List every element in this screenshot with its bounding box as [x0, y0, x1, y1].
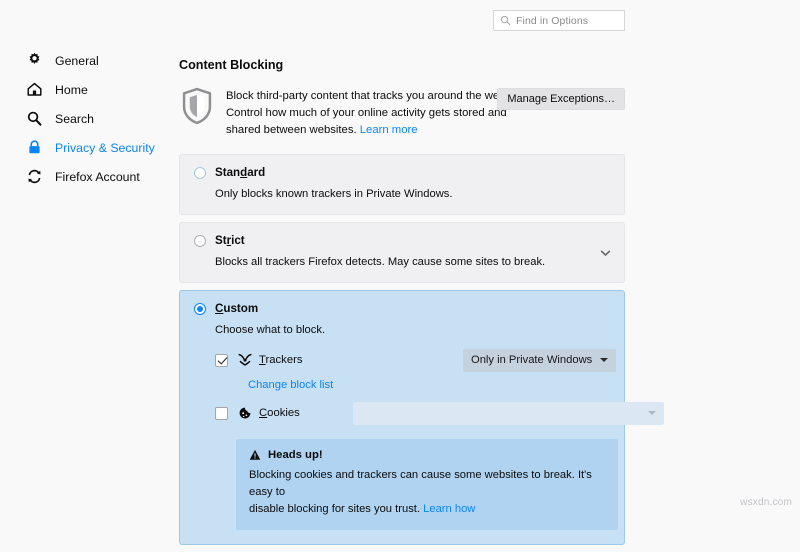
tracker-icon: [238, 353, 252, 367]
strict-description: Blocks all trackers Firefox detects. May…: [215, 256, 546, 268]
learn-more-link[interactable]: Learn more: [360, 124, 418, 136]
sidebar-item-label: General: [55, 53, 99, 68]
sidebar-item-label: Privacy & Security: [55, 140, 155, 155]
trackers-label: Trackers: [259, 354, 303, 366]
heads-up-notice: Heads up! Blocking cookies and trackers …: [236, 439, 618, 530]
sidebar-nav: General Home Search Privacy & Security F…: [0, 46, 170, 191]
strict-radio[interactable]: [194, 234, 206, 247]
manage-exceptions-label: Manage Exceptions…: [507, 93, 615, 105]
sidebar-item-privacy-security[interactable]: Privacy & Security: [0, 133, 170, 162]
blocking-option-custom[interactable]: Custom Choose what to block. Trackers On…: [179, 290, 664, 545]
blocking-mode-list: Standard Only blocks known trackers in P…: [179, 154, 664, 545]
intro-line-2: Control how much of your online activity…: [226, 107, 507, 119]
search-placeholder: Find in Options: [516, 14, 589, 27]
search-icon: [500, 15, 511, 26]
trackers-row: Trackers Only in Private Windows: [215, 348, 616, 372]
content-blocking-section: Content Blocking Block third-party conte…: [179, 58, 664, 552]
heads-up-title-row: Heads up!: [249, 449, 605, 461]
trackers-checkbox[interactable]: [215, 353, 228, 367]
warning-triangle-icon: [249, 449, 261, 460]
trackers-dropdown-value: Only in Private Windows: [471, 354, 593, 366]
intro-line-1: Block third-party content that tracks yo…: [226, 90, 509, 102]
blocking-option-standard[interactable]: Standard Only blocks known trackers in P…: [179, 154, 625, 215]
sidebar-item-label: Home: [55, 82, 88, 97]
find-in-options-search[interactable]: Find in Options: [493, 10, 625, 31]
heads-up-title: Heads up!: [268, 449, 323, 461]
sidebar-item-label: Search: [55, 111, 94, 126]
custom-description: Choose what to block.: [215, 324, 326, 336]
search-icon: [26, 110, 43, 127]
strict-radio-row[interactable]: Strict: [194, 234, 610, 247]
cookies-dropdown[interactable]: [353, 401, 664, 425]
home-icon: [26, 81, 43, 98]
standard-radio[interactable]: [194, 166, 206, 179]
cookies-row: Cookies: [215, 401, 664, 425]
chevron-down-icon[interactable]: [600, 247, 611, 258]
custom-options-body: Trackers Only in Private Windows Change …: [215, 348, 664, 530]
sync-icon: [26, 168, 43, 185]
lock-icon: [26, 139, 43, 156]
content-blocking-intro: Block third-party content that tracks yo…: [179, 86, 625, 140]
standard-label: Standard: [215, 166, 266, 179]
blocking-option-strict[interactable]: Strict Blocks all trackers Firefox detec…: [179, 222, 625, 283]
custom-label: Custom: [215, 302, 259, 315]
sidebar-item-label: Firefox Account: [55, 169, 140, 184]
standard-radio-row[interactable]: Standard: [194, 166, 610, 179]
cookies-label: Cookies: [259, 407, 300, 419]
heads-up-body: Blocking cookies and trackers can cause …: [249, 467, 605, 518]
heads-up-line-1: Blocking cookies and trackers can cause …: [249, 469, 592, 498]
cookie-icon: [238, 406, 252, 420]
custom-radio-row[interactable]: Custom: [194, 302, 610, 315]
chevron-down-icon: [648, 411, 656, 415]
heads-up-line-2: disable blocking for sites you trust.: [249, 503, 421, 515]
custom-radio[interactable]: [194, 302, 206, 315]
sidebar-item-home[interactable]: Home: [0, 75, 170, 104]
manage-exceptions-button[interactable]: Manage Exceptions…: [497, 88, 625, 110]
change-block-list-link[interactable]: Change block list: [248, 379, 333, 391]
content-blocking-description: Block third-party content that tracks yo…: [226, 86, 509, 139]
standard-description: Only blocks known trackers in Private Wi…: [215, 188, 453, 200]
accesskey-char: C: [259, 407, 268, 419]
watermark: wsxdn.com: [740, 497, 792, 508]
sidebar-item-search[interactable]: Search: [0, 104, 170, 133]
chevron-down-icon: [600, 358, 609, 362]
shield-icon: [182, 87, 212, 125]
intro-line-3: shared between websites.: [226, 124, 357, 136]
sidebar-item-general[interactable]: General: [0, 46, 170, 75]
gear-icon: [26, 52, 43, 69]
sidebar-item-firefox-account[interactable]: Firefox Account: [0, 162, 170, 191]
strict-label: Strict: [215, 234, 245, 247]
options-toolbar: Find in Options: [0, 0, 800, 42]
learn-how-link[interactable]: Learn how: [423, 503, 475, 515]
page-title: Content Blocking: [179, 58, 284, 72]
trackers-dropdown[interactable]: Only in Private Windows: [463, 348, 616, 372]
cookies-checkbox[interactable]: [215, 406, 228, 420]
